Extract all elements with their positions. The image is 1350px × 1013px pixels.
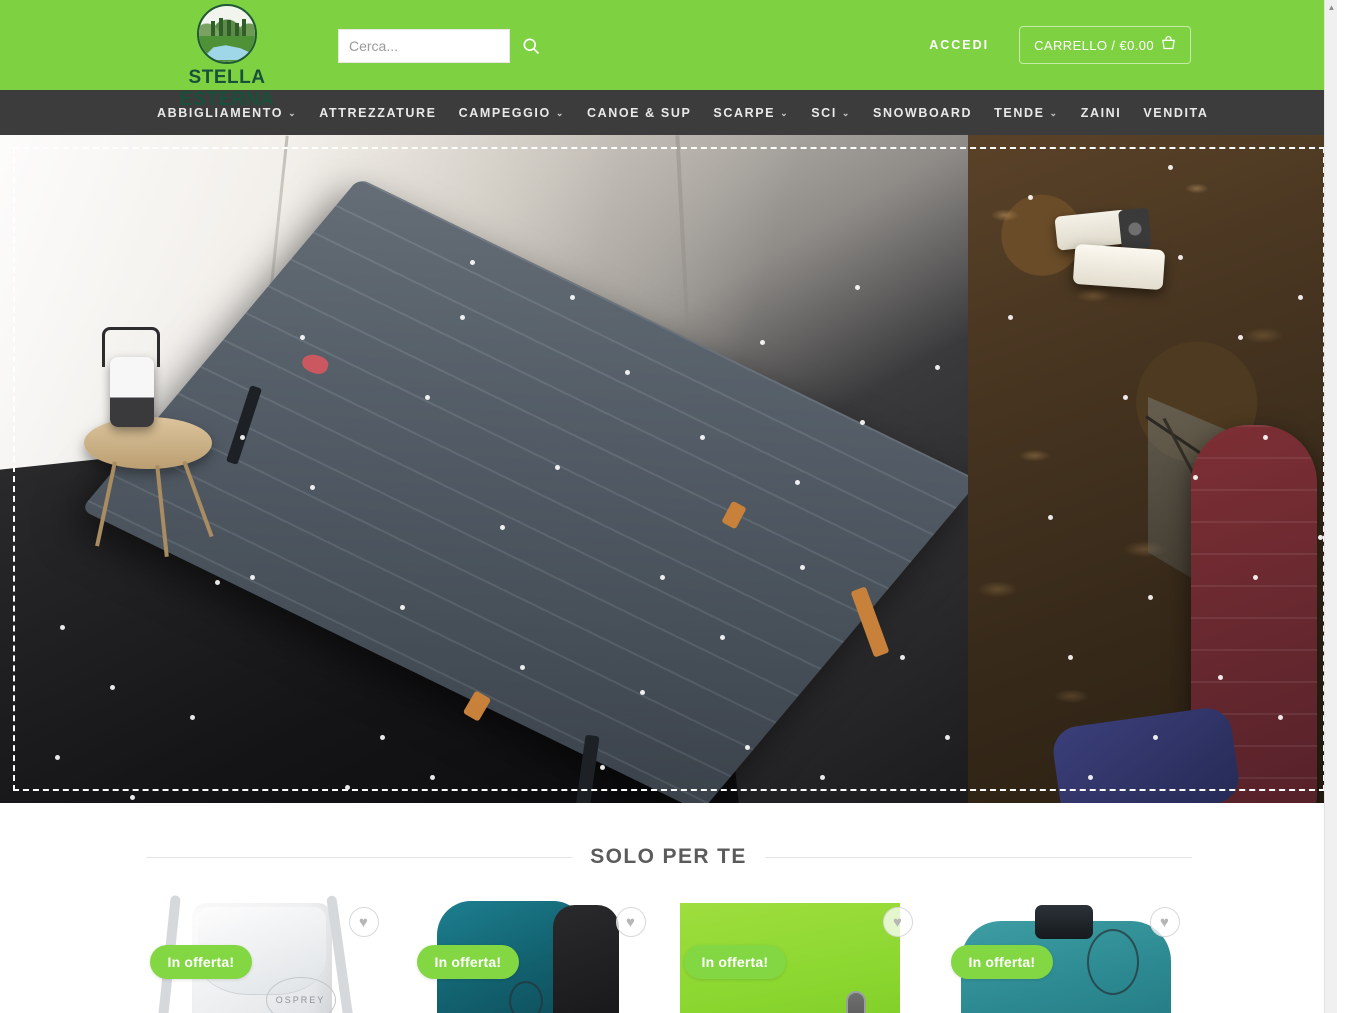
cart-button[interactable]: CARRELLO / €0.00 (1019, 26, 1191, 64)
nav-label: SCARPE (713, 105, 776, 120)
login-link[interactable]: ACCEDI (929, 38, 989, 52)
search-icon[interactable] (518, 33, 544, 59)
featured-section: SOLO PER TE OSPREY In offerta! ♥ In offe… (0, 803, 1337, 1013)
vertical-scrollbar[interactable]: ▲ (1324, 0, 1337, 1013)
heart-icon[interactable]: ♥ (348, 907, 379, 937)
search-form (338, 29, 544, 63)
product-card-osprey[interactable]: OSPREY In offerta! ♥ (145, 895, 391, 1013)
nav-item-attrezzature[interactable]: ATTREZZATURE (308, 106, 447, 120)
hero-slider[interactable] (0, 135, 1337, 803)
nav-label: SNOWBOARD (873, 105, 973, 120)
shopping-basket-icon (1161, 36, 1176, 54)
section-header: SOLO PER TE (145, 845, 1192, 869)
divider-right (764, 856, 1192, 858)
heart-icon[interactable]: ♥ (1149, 907, 1180, 937)
page-root: STELLA ESTERNA ACCEDI CARRELLO / €0.00 (0, 0, 1337, 1013)
hero-image-tent-cot (0, 135, 968, 803)
product-card-teal-drybag[interactable]: In offerta! ♥ (946, 895, 1192, 1013)
heart-icon[interactable]: ♥ (615, 907, 646, 937)
nav-item-sci[interactable]: SCI ⌄ (800, 106, 862, 120)
header-actions: ACCEDI CARRELLO / €0.00 (929, 0, 1191, 90)
heart-icon[interactable]: ♥ (882, 907, 913, 937)
nav-label: CANOE & SUP (586, 105, 692, 120)
chevron-down-icon: ⌄ (288, 108, 298, 118)
sale-badge: In offerta! (416, 945, 520, 979)
nav-item-vendita[interactable]: VENDITA (1132, 106, 1219, 120)
nav-item-scarpe[interactable]: SCARPE ⌄ (702, 106, 800, 120)
divider-left (145, 856, 573, 858)
nav-item-zaini[interactable]: ZAINI (1070, 106, 1133, 120)
product-card-green-drybag[interactable]: In offerta! ♥ (679, 895, 925, 1013)
nav-label: ZAINI (1080, 105, 1122, 120)
nav-item-snowboard[interactable]: SNOWBOARD (862, 106, 983, 120)
nav-item-canoe-sup[interactable]: CANOE & SUP (576, 106, 702, 120)
product-card-arcteryx[interactable]: In offerta! ♥ (412, 895, 658, 1013)
scroll-up-arrow-icon[interactable]: ▲ (1325, 0, 1337, 14)
mountain-river-emblem-icon (197, 4, 257, 64)
nav-label: TENDE (994, 105, 1045, 120)
chevron-down-icon: ⌄ (780, 108, 790, 118)
search-input[interactable] (338, 29, 510, 63)
chevron-down-icon: ⌄ (1049, 108, 1059, 118)
product-grid: OSPREY In offerta! ♥ In offerta! ♥ In of… (145, 895, 1192, 1013)
chevron-down-icon: ⌄ (841, 108, 852, 118)
nav-item-tende[interactable]: TENDE ⌄ (983, 106, 1070, 120)
cart-label: CARRELLO / €0.00 (1034, 37, 1154, 53)
site-logo[interactable]: STELLA ESTERNA (146, 4, 308, 111)
page-title: SOLO PER TE (590, 845, 747, 868)
nav-item-campeggio[interactable]: CAMPEGGIO ⌄ (448, 106, 576, 120)
nav-label: CAMPEGGIO (458, 105, 551, 120)
nav-label: VENDITA (1143, 105, 1209, 120)
chevron-down-icon: ⌄ (555, 108, 565, 118)
site-header: STELLA ESTERNA ACCEDI CARRELLO / €0.00 (0, 0, 1337, 110)
brand-name: STELLA ESTERNA (179, 67, 275, 110)
sale-badge: In offerta! (683, 945, 787, 979)
sale-badge: In offerta! (149, 945, 253, 979)
nav-label: SCI (811, 105, 837, 120)
nav-label: ATTREZZATURE (319, 105, 437, 120)
sale-badge: In offerta! (950, 945, 1054, 979)
hero-image-forest-gear (968, 135, 1337, 803)
